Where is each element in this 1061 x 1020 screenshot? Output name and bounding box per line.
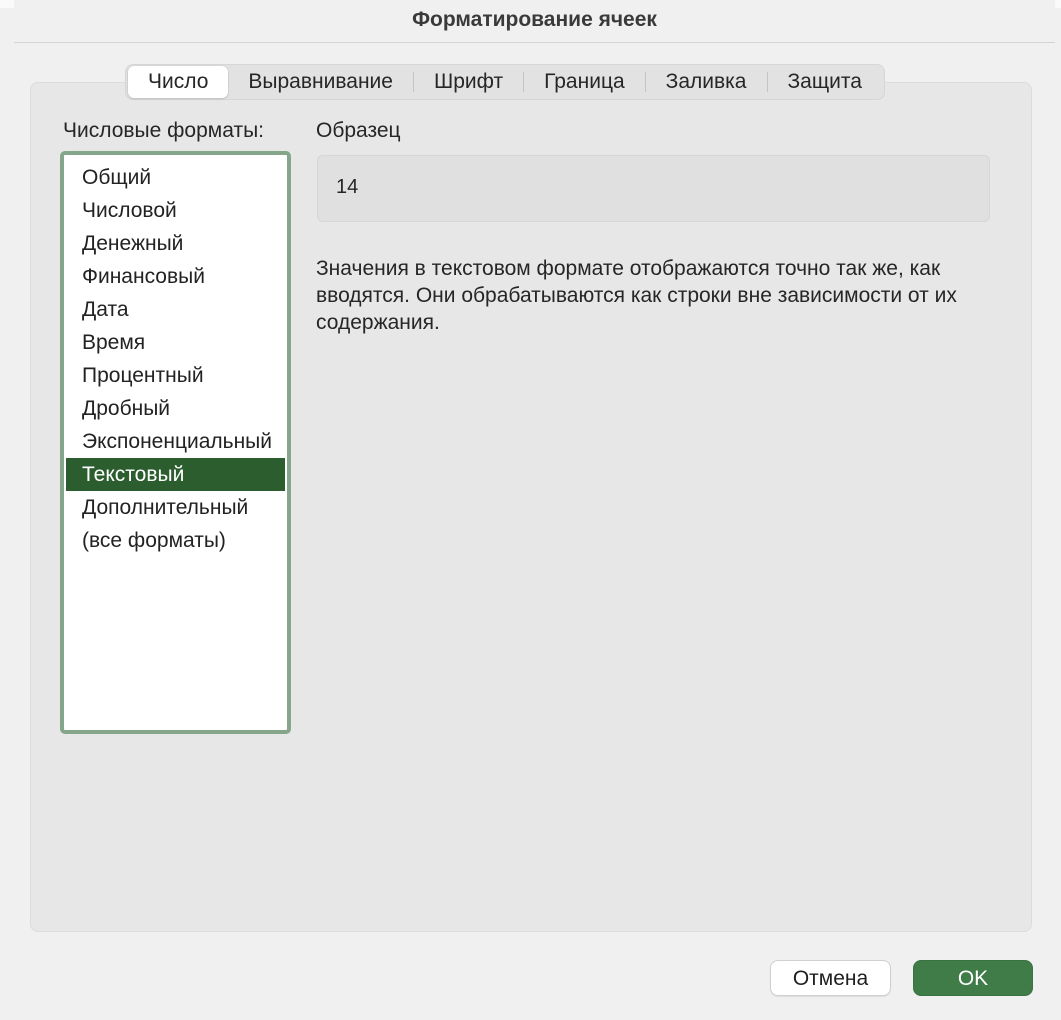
number-formats-label: Числовые форматы: [63, 119, 264, 142]
format-item-accounting[interactable]: Финансовый [66, 260, 285, 293]
format-item-date[interactable]: Дата [66, 293, 285, 326]
dialog-title: Форматирование ячеек [412, 8, 657, 31]
format-item-fraction[interactable]: Дробный [66, 392, 285, 425]
format-item-text[interactable]: Текстовый [66, 458, 285, 491]
format-cells-dialog: Форматирование ячеек Число Выравнивание … [0, 0, 1061, 1020]
format-item-special[interactable]: Дополнительный [66, 491, 285, 524]
tab-protection[interactable]: Защита [768, 66, 882, 98]
format-item-time[interactable]: Время [66, 326, 285, 359]
format-item-general[interactable]: Общий [66, 161, 285, 194]
tab-bar: Число Выравнивание Шрифт Граница Заливка… [125, 64, 885, 100]
tab-alignment[interactable]: Выравнивание [228, 66, 413, 98]
format-item-currency[interactable]: Денежный [66, 227, 285, 260]
format-description: Значения в текстовом формате отображаютс… [316, 257, 957, 334]
format-item-number[interactable]: Числовой [66, 194, 285, 227]
format-item-scientific[interactable]: Экспоненциальный [66, 425, 285, 458]
tab-font[interactable]: Шрифт [414, 66, 523, 98]
format-item-custom[interactable]: (все форматы) [66, 524, 285, 557]
format-item-percentage[interactable]: Процентный [66, 359, 285, 392]
tab-number[interactable]: Число [128, 66, 229, 98]
title-bar: Форматирование ячеек [14, 0, 1055, 43]
tab-fill[interactable]: Заливка [646, 66, 767, 98]
number-formats-list[interactable]: Общий Числовой Денежный Финансовый Дата … [60, 151, 291, 734]
sample-preview-box: 14 [317, 155, 990, 222]
cancel-button[interactable]: Отмена [770, 960, 891, 996]
ok-button[interactable]: OK [913, 960, 1033, 996]
sample-value: 14 [336, 176, 359, 198]
sample-label: Образец [316, 119, 401, 142]
tab-border[interactable]: Граница [524, 66, 645, 98]
